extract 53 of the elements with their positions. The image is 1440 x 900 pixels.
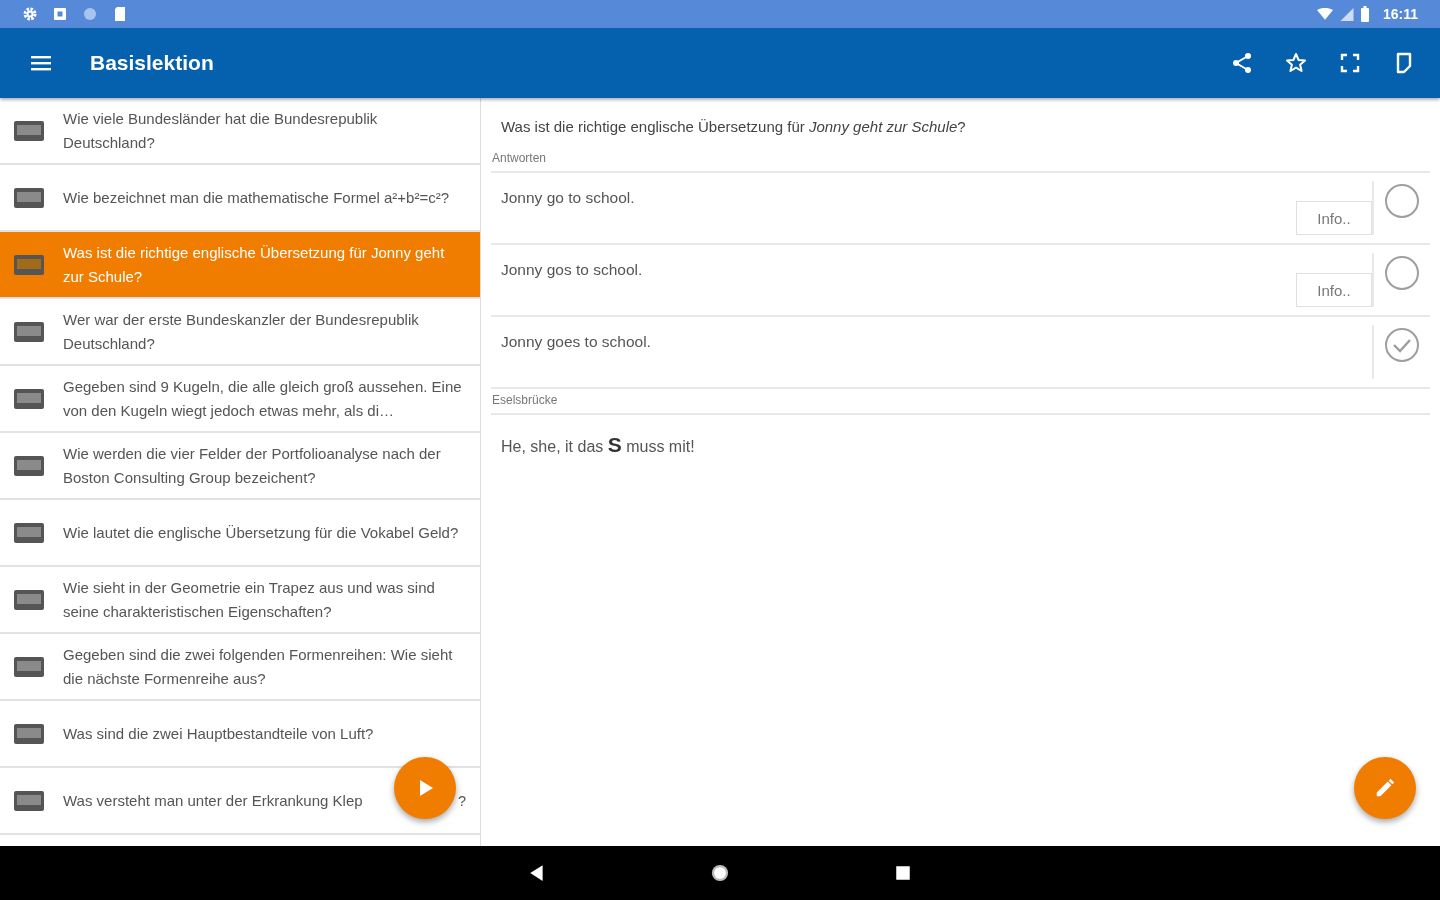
card-icon (14, 455, 44, 476)
card-icon (14, 656, 44, 677)
app-title: Basislektion (90, 51, 214, 75)
card-icon (14, 187, 44, 208)
question-text: Was ist die richtige englische Übersetzung für Jonny geht zur Schule? (63, 242, 446, 287)
menu-icon[interactable] (31, 55, 51, 71)
info-button[interactable]: Info.. (1296, 201, 1372, 235)
card-icon (14, 589, 44, 610)
square-icon (52, 6, 68, 22)
question-text: Gegeben sind 9 Kugeln, die alle gleich groß aussehen. Eine von den Kugeln wiegt jedoch etwas mehr, als di… (63, 376, 463, 421)
card-icon (14, 120, 44, 141)
star-icon[interactable] (1284, 51, 1308, 75)
question-text: Was sind die zwei Hauptbestandteile von Luft? (63, 723, 375, 744)
question-text: Wie sieht in der Geometrie ein Trapez aus und was sind seine charakteristischen Eigenschaften? (63, 577, 436, 622)
battery-icon (1360, 6, 1369, 22)
card-icon (14, 790, 44, 811)
recents-icon[interactable] (894, 864, 912, 882)
card-icon (14, 254, 44, 275)
mnemonic-text: He, she, it das S muss mit! (500, 432, 696, 458)
clock-time: 16:11 (1382, 6, 1418, 22)
sd-card-icon (112, 6, 128, 22)
fullscreen-icon[interactable] (1338, 51, 1362, 75)
section-label: Eselsbrücke (491, 389, 1430, 415)
share-icon[interactable] (1230, 51, 1254, 75)
section-label: Antworten (491, 147, 1430, 173)
radio-button[interactable] (1384, 255, 1420, 291)
question-text: Gegeben sind die zwei folgenden Formenreihen: Wie sieht die nächste Formenreihe aus? (63, 644, 454, 689)
question-text: Wie bezeichnet man die mathematische Formel a²+b²=c²? (63, 187, 450, 208)
pencil-icon (1374, 777, 1396, 799)
question-text: Was versteht man unter der Erkrankung Klep (63, 790, 363, 811)
question-text: Wer war der erste Bundeskanzler der Bundesrepublik Deutschland? (63, 309, 420, 354)
signal-icon (1338, 7, 1355, 21)
edit-button[interactable] (1354, 757, 1416, 819)
checked-circle-icon[interactable] (1384, 327, 1420, 363)
card-icon (14, 522, 44, 543)
circle-icon (82, 6, 98, 22)
question-text: Wie viele Bundesländer hat die Bundesrepublik Deutschland? (63, 108, 379, 153)
question-text: ? (457, 792, 466, 809)
gear-icon (22, 6, 38, 22)
radio-button[interactable] (1384, 183, 1420, 219)
info-button[interactable]: Info.. (1296, 273, 1372, 307)
question-text: Was ist die richtige englische Übersetzung für Jonny geht zur Schule? (500, 117, 967, 137)
card-icon (14, 388, 44, 409)
answer-text: Jonny go to school. (500, 188, 636, 208)
answer-text: Jonny goes to school. (500, 332, 652, 352)
answer-text: Jonny gos to school. (500, 260, 644, 280)
question-text: Wie werden die vier Felder der Portfolioanalyse nach der Boston Consulting Group bezeichent? (63, 443, 442, 488)
question-text: Wie lautet die englische Übersetzung für die Vokabel Geld? (63, 522, 460, 543)
back-icon[interactable] (528, 864, 546, 882)
card-icon (14, 723, 44, 744)
home-icon[interactable] (711, 864, 729, 882)
wifi-icon (1316, 7, 1333, 21)
card-icon (14, 321, 44, 342)
